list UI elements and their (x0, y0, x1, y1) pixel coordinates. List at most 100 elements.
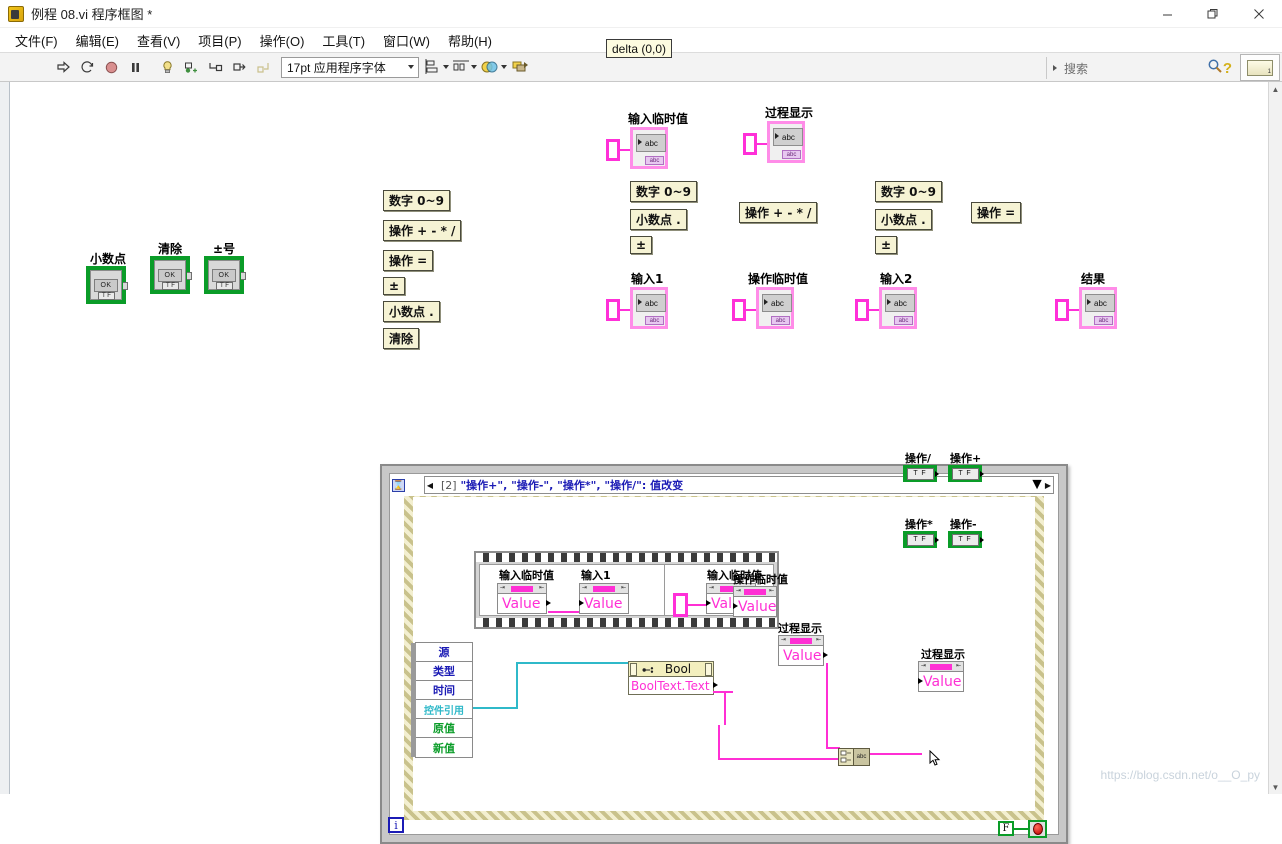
menu-tools[interactable]: 工具(T) (313, 29, 374, 52)
terminal-group-operation-divide[interactable]: 操作/ T F (903, 450, 939, 482)
terminal-group-operation-multiply[interactable]: 操作* T F (903, 516, 939, 548)
propnode-property-value[interactable]: Value (918, 672, 964, 692)
terminal-operation-minus[interactable]: T F (948, 531, 984, 548)
loop-conditional-terminal[interactable] (1028, 820, 1047, 838)
terminal-decimal-point[interactable]: OK T F (86, 266, 128, 304)
propnode-process-display-read[interactable]: ⇥ ⇤ Value (778, 635, 828, 666)
case-label-equals[interactable]: 操作 = (383, 250, 434, 271)
terminal-group-clear[interactable]: 清除 OK T F (150, 240, 192, 294)
scroll-up-icon[interactable]: ▲ (1269, 82, 1282, 96)
terminal-operation-divide[interactable]: T F (903, 465, 939, 482)
distribute-objects-menu[interactable] (453, 59, 480, 75)
highlight-execution-button[interactable] (156, 56, 178, 78)
retain-wire-values-button[interactable] (180, 56, 202, 78)
prev-case-arrow-icon[interactable]: ◀ (425, 477, 435, 493)
case-label-signtoggle[interactable]: ± (383, 277, 406, 295)
concatenate-strings-function[interactable]: abc (838, 748, 870, 766)
propnode-input-1[interactable]: ⇥ ⇤ Value (579, 583, 629, 614)
refnum-terminal[interactable] (743, 133, 757, 155)
search-input[interactable]: 搜索 (1064, 60, 1207, 77)
case-label-decimal-mid[interactable]: 小数点 . (630, 209, 687, 230)
search-box[interactable]: 搜索 ? (1046, 57, 1236, 79)
property-node-box[interactable]: abc abc (879, 287, 917, 329)
menu-help[interactable]: 帮助(H) (439, 29, 501, 52)
step-over-button[interactable] (228, 56, 250, 78)
step-out-button[interactable] (252, 56, 274, 78)
loop-iteration-terminal[interactable]: i (388, 817, 404, 833)
menu-project[interactable]: 项目(P) (189, 29, 250, 52)
event-data-type[interactable]: 类型 (416, 662, 472, 681)
block-diagram-canvas[interactable]: ▲ ▼ 小数点 OK T F 清除 OK T F ±号 OK T F 数字 0~… (0, 82, 1282, 844)
refgroup-input-temp-value[interactable]: 输入临时值 abc abc (606, 110, 688, 173)
terminal-operation-multiply[interactable]: T F (903, 531, 939, 548)
event-data-source[interactable]: 源 (416, 643, 472, 662)
case-dropdown-icon[interactable]: ▼ (1029, 476, 1045, 493)
case-label-decimal[interactable]: 小数点 . (383, 301, 440, 322)
case-label-operators[interactable]: 操作 + - * / (383, 220, 462, 241)
propnode-input-temp-value[interactable]: ⇥ ⇤ Value (497, 583, 551, 614)
property-node-box[interactable]: abc abc (1079, 287, 1117, 329)
refnum-terminal[interactable] (855, 299, 869, 321)
refnum-terminal[interactable] (606, 139, 620, 161)
timeout-icon[interactable]: ⌛ (392, 478, 405, 492)
refnum-terminal[interactable] (732, 299, 746, 321)
help-icon[interactable]: ? (1223, 60, 1232, 77)
terminal-group-plus-minus[interactable]: ±号 OK T F (204, 240, 246, 294)
menu-file[interactable]: 文件(F) (6, 29, 67, 52)
align-objects-menu[interactable] (425, 59, 452, 75)
minimize-button[interactable] (1144, 0, 1190, 28)
sequence-frame-1[interactable]: 输入临时值 ⇥ ⇤ Value 输入1 ⇥ ⇤ Value (480, 565, 665, 615)
terminal-group-operation-minus[interactable]: 操作- T F (948, 516, 984, 548)
terminal-plus-minus[interactable]: OK T F (204, 256, 246, 294)
propnode-property-value[interactable]: Value (778, 646, 828, 666)
property-node-box[interactable]: abc abc (630, 127, 668, 169)
resize-objects-menu[interactable] (481, 59, 510, 75)
refgroup-input-1[interactable]: 输入1 abc abc (606, 270, 668, 333)
terminal-group-operation-plus[interactable]: 操作+ T F (948, 450, 984, 482)
case-label-signtoggle-right[interactable]: ± (875, 236, 898, 254)
refnum-terminal[interactable] (606, 299, 620, 321)
property-node-box[interactable]: abc abc (767, 121, 805, 163)
abort-execution-button[interactable] (100, 56, 122, 78)
propnode-process-display-write[interactable]: ⇥ ⇤ Value (918, 661, 964, 692)
refgroup-result[interactable]: 结果 abc abc (1055, 270, 1117, 333)
close-button[interactable] (1236, 0, 1282, 28)
run-continuously-button[interactable] (76, 56, 98, 78)
property-node-box[interactable]: abc abc (756, 287, 794, 329)
next-case-arrow-icon[interactable]: ▶ (1043, 477, 1053, 493)
case-label-digits-mid[interactable]: 数字 0~9 (630, 181, 697, 202)
run-button[interactable] (52, 56, 74, 78)
search-expander-icon[interactable] (1053, 65, 1057, 71)
propnode-group-process-display-read[interactable]: 过程显示 ⇥ ⇤ Value (778, 620, 828, 666)
event-data-node[interactable]: 源 类型 时间 控件引用 原值 新值 (411, 642, 473, 758)
case-label-digits-right[interactable]: 数字 0~9 (875, 181, 942, 202)
terminal-operation-plus[interactable]: T F (948, 465, 984, 482)
menu-view[interactable]: 查看(V) (128, 29, 189, 52)
case-label-signtoggle-mid[interactable]: ± (630, 236, 653, 254)
propnode-property-value[interactable]: Value (497, 594, 551, 614)
step-into-button[interactable] (204, 56, 226, 78)
propnode-group-operation-temp[interactable]: 操作临时值 ⇥ ⇤ Value (733, 571, 788, 617)
scroll-down-icon[interactable]: ▼ (1269, 780, 1282, 794)
terminal-clear[interactable]: OK T F (150, 256, 192, 294)
context-help-button[interactable]: 1 (1240, 54, 1280, 81)
refnum-terminal-frame2[interactable] (673, 593, 688, 617)
search-icon[interactable] (1207, 58, 1223, 79)
refgroup-input-2[interactable]: 输入2 abc abc (855, 270, 917, 333)
pause-button[interactable] (124, 56, 146, 78)
propnode-group-process-display-write[interactable]: 过程显示 ⇥ ⇤ Value (918, 646, 965, 692)
bool-property-booltext[interactable]: BoolText.Text (628, 677, 718, 695)
case-label-operators-mid[interactable]: 操作 + - * / (739, 202, 818, 223)
menu-operate[interactable]: 操作(O) (251, 29, 314, 52)
event-data-time[interactable]: 时间 (416, 681, 472, 700)
refgroup-process-display-top[interactable]: 过程显示 abc abc (743, 104, 813, 167)
refgroup-operation-temp[interactable]: 操作临时值 abc abc (732, 270, 808, 333)
maximize-button[interactable] (1190, 0, 1236, 28)
menu-edit[interactable]: 编辑(E) (67, 29, 128, 52)
font-selector[interactable]: 17pt 应用程序字体 (281, 56, 419, 78)
case-label-decimal-right[interactable]: 小数点 . (875, 209, 932, 230)
vertical-scrollbar[interactable]: ▲ ▼ (1268, 82, 1282, 794)
case-label-digits[interactable]: 数字 0~9 (383, 190, 450, 211)
case-label-clear[interactable]: 清除 (383, 328, 420, 349)
propnode-property-value[interactable]: Value (733, 597, 777, 617)
